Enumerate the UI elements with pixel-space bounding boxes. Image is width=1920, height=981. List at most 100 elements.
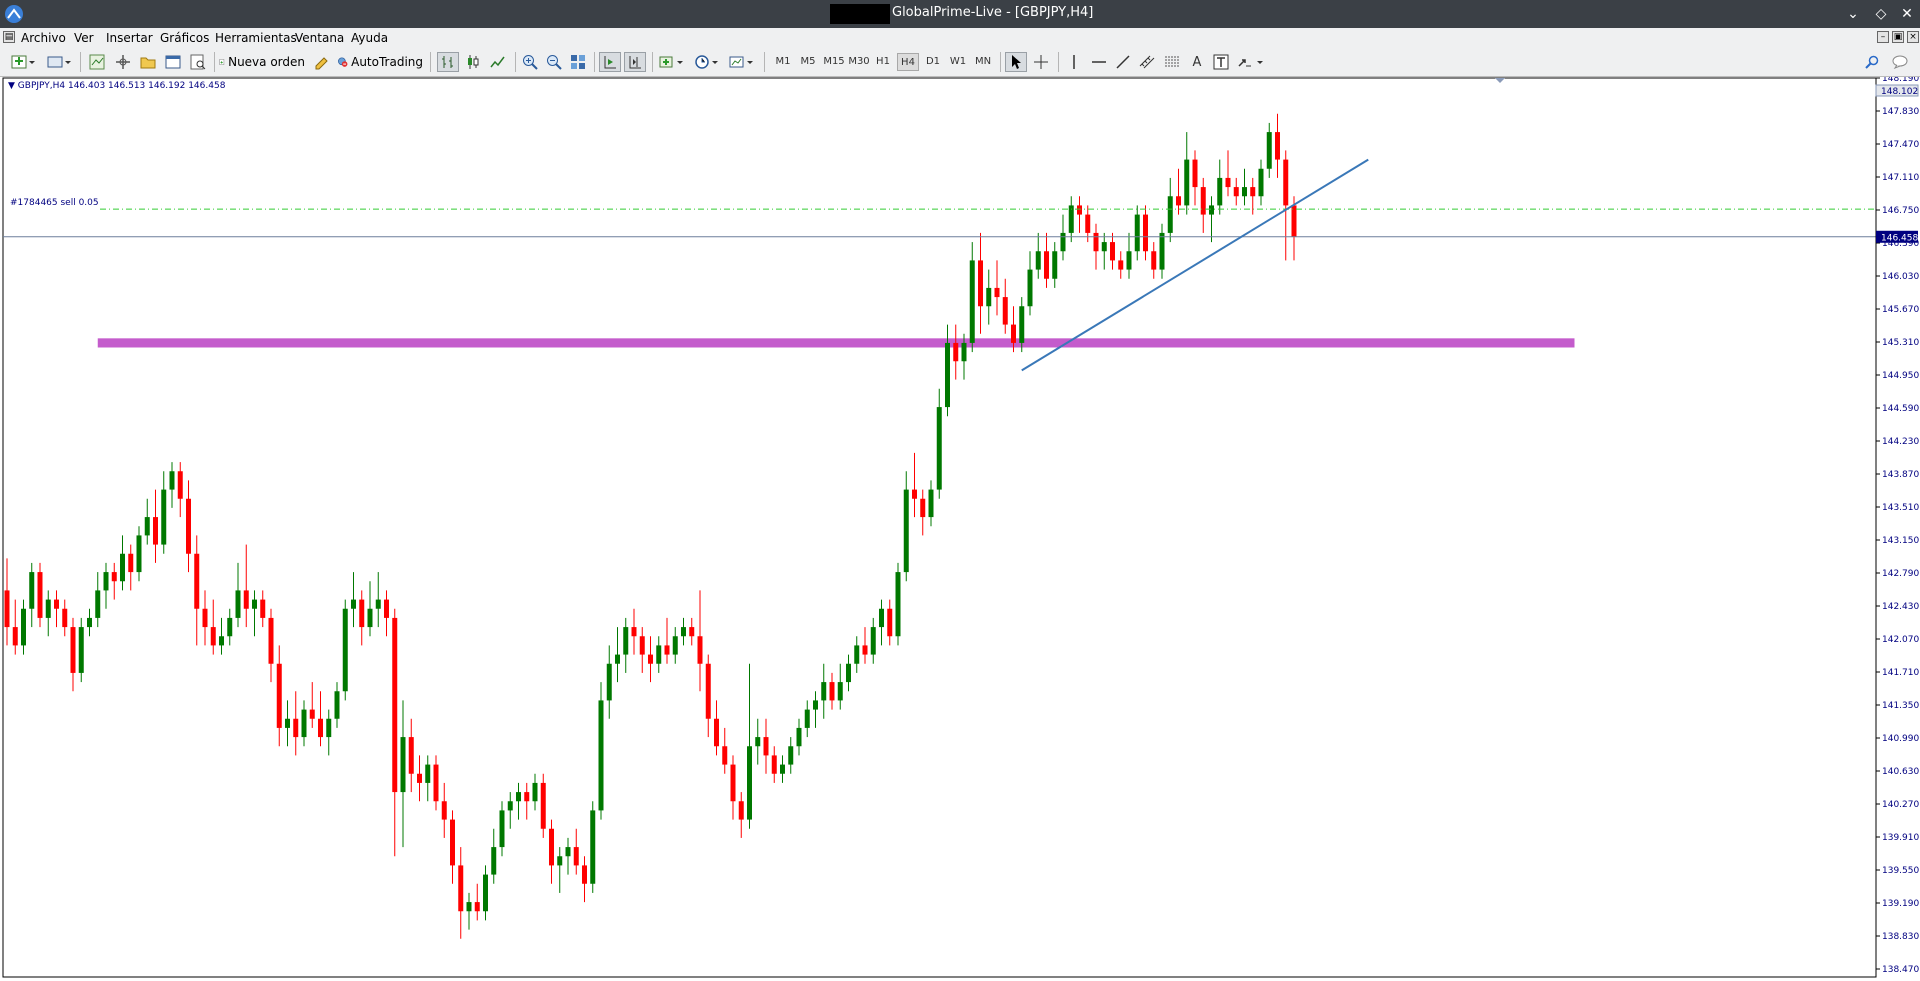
- auto-scroll-icon[interactable]: [599, 52, 621, 72]
- profiles-button[interactable]: [44, 52, 74, 72]
- chat-icon[interactable]: [1890, 52, 1912, 72]
- candle-body: [450, 819, 455, 866]
- crosshair-navigator-icon[interactable]: [112, 52, 134, 72]
- maximize-icon[interactable]: ◇: [1870, 4, 1892, 24]
- price-chart[interactable]: #1784465 sell 0.05 148.190 147.830 147.470 1…: [0, 77, 1920, 981]
- chart-window[interactable]: #1784465 sell 0.05 148.190 147.830 147.470 1…: [0, 77, 1920, 981]
- vertical-line-icon[interactable]: [1063, 52, 1085, 72]
- timeframe-h1[interactable]: H1: [873, 53, 893, 71]
- candlestick-icon[interactable]: [462, 52, 484, 72]
- menu-archivo[interactable]: Archivo: [21, 31, 66, 45]
- trendline-icon[interactable]: [1112, 52, 1134, 72]
- tile-windows-icon[interactable]: [567, 52, 589, 72]
- metaeditor-icon[interactable]: [311, 52, 333, 72]
- price-tick-label: 141.710: [1882, 668, 1919, 678]
- candle-body: [1151, 251, 1157, 270]
- mdi-doc-icon[interactable]: ▤: [3, 31, 15, 43]
- candle-body: [400, 737, 406, 793]
- folder-star-icon[interactable]: [137, 52, 159, 72]
- price-tick-label: 144.590: [1882, 404, 1919, 414]
- channel-icon[interactable]: [1136, 52, 1158, 72]
- indicators-button[interactable]: [657, 52, 687, 72]
- new-order-button[interactable]: Nueva orden: [219, 52, 305, 72]
- fibonacci-icon[interactable]: [1161, 52, 1183, 72]
- candle-body: [664, 645, 670, 655]
- mdi-close-icon[interactable]: ×: [1907, 31, 1919, 43]
- timeframe-m1[interactable]: M1: [773, 53, 793, 71]
- text-icon[interactable]: A: [1186, 52, 1208, 72]
- candle-body: [392, 617, 398, 793]
- menu-graficos[interactable]: Gráficos: [160, 31, 209, 45]
- candle-body: [367, 608, 373, 628]
- candle-body: [169, 471, 175, 490]
- market-watch-icon[interactable]: [86, 52, 108, 72]
- candle-body: [829, 682, 835, 701]
- top-price-label: 148.102: [1881, 87, 1918, 97]
- new-chart-button[interactable]: [8, 52, 38, 72]
- tester-icon[interactable]: [187, 52, 209, 72]
- horizontal-line-icon[interactable]: [1088, 52, 1110, 72]
- search-icon[interactable]: [1862, 52, 1882, 72]
- timeframe-m5[interactable]: M5: [798, 53, 818, 71]
- candle-body: [293, 718, 299, 738]
- timeframe-mn[interactable]: MN: [972, 53, 994, 71]
- header-arrow-icon: ▼: [8, 81, 18, 91]
- toolbar-separator: [1058, 52, 1059, 72]
- close-icon[interactable]: ✕: [1896, 4, 1918, 24]
- chart-shift-marker-icon[interactable]: [1495, 78, 1505, 83]
- menu-ayuda[interactable]: Ayuda: [351, 31, 388, 45]
- zoom-in-icon[interactable]: [519, 52, 541, 72]
- timeframe-h4[interactable]: H4: [897, 53, 919, 71]
- candle-body: [210, 627, 216, 646]
- candle-body: [4, 590, 10, 628]
- autotrading-icon: [338, 57, 348, 67]
- bar-chart-icon[interactable]: [437, 52, 459, 72]
- zoom-out-icon[interactable]: [543, 52, 565, 72]
- periods-button[interactable]: [692, 52, 722, 72]
- mdi-restore-icon[interactable]: ▣: [1892, 31, 1904, 43]
- text-label-icon[interactable]: [1210, 52, 1232, 72]
- line-chart-icon[interactable]: [487, 52, 509, 72]
- candle-body: [161, 489, 167, 545]
- cursor-icon[interactable]: [1005, 52, 1027, 72]
- candle-body: [813, 700, 818, 710]
- candle-body: [631, 627, 637, 637]
- candle-body: [21, 608, 26, 646]
- terminal-icon[interactable]: [162, 52, 184, 72]
- price-tick-label: 138.830: [1882, 932, 1919, 942]
- menu-herramientas[interactable]: Herramientas: [215, 31, 297, 45]
- candle-body: [1143, 214, 1148, 252]
- crosshair-icon[interactable]: [1030, 52, 1052, 72]
- toolbar-separator: [430, 52, 431, 72]
- candle-body: [846, 663, 851, 683]
- menu-ver[interactable]: Ver: [74, 31, 94, 45]
- timeframe-d1[interactable]: D1: [923, 53, 943, 71]
- candle-body: [334, 691, 340, 719]
- mdi-minimize-icon[interactable]: –: [1877, 31, 1889, 43]
- arrows-button[interactable]: [1235, 52, 1267, 72]
- candle-body: [953, 342, 959, 362]
- toolbar-separator: [1000, 52, 1001, 72]
- app-logo-icon: [5, 5, 23, 23]
- menu-ventana[interactable]: Ventana: [295, 31, 344, 45]
- templates-button[interactable]: [727, 52, 757, 72]
- chart-shift-icon[interactable]: [624, 52, 646, 72]
- timeframe-m30[interactable]: M30: [846, 53, 872, 71]
- timeframe-m15[interactable]: M15: [821, 53, 847, 71]
- timeframe-w1[interactable]: W1: [948, 53, 968, 71]
- menu-bar: ▤ Archivo Ver Insertar Gráficos Herramie…: [0, 28, 1920, 48]
- candle-body: [153, 517, 158, 545]
- candle-body: [1052, 251, 1058, 279]
- candle-body: [1027, 269, 1033, 307]
- candle-body: [763, 737, 769, 756]
- candle-body: [1011, 324, 1016, 343]
- candle-body: [639, 636, 645, 655]
- menu-insertar[interactable]: Insertar: [106, 31, 153, 45]
- support-zone[interactable]: [97, 338, 1575, 348]
- price-tick-label: 143.510: [1882, 503, 1919, 513]
- autotrading-button[interactable]: AutoTrading: [337, 52, 423, 72]
- candle-body: [1093, 232, 1099, 252]
- candle-body: [128, 553, 134, 573]
- candle-body: [483, 874, 488, 912]
- chevron-down-icon[interactable]: ⌄: [1842, 4, 1864, 24]
